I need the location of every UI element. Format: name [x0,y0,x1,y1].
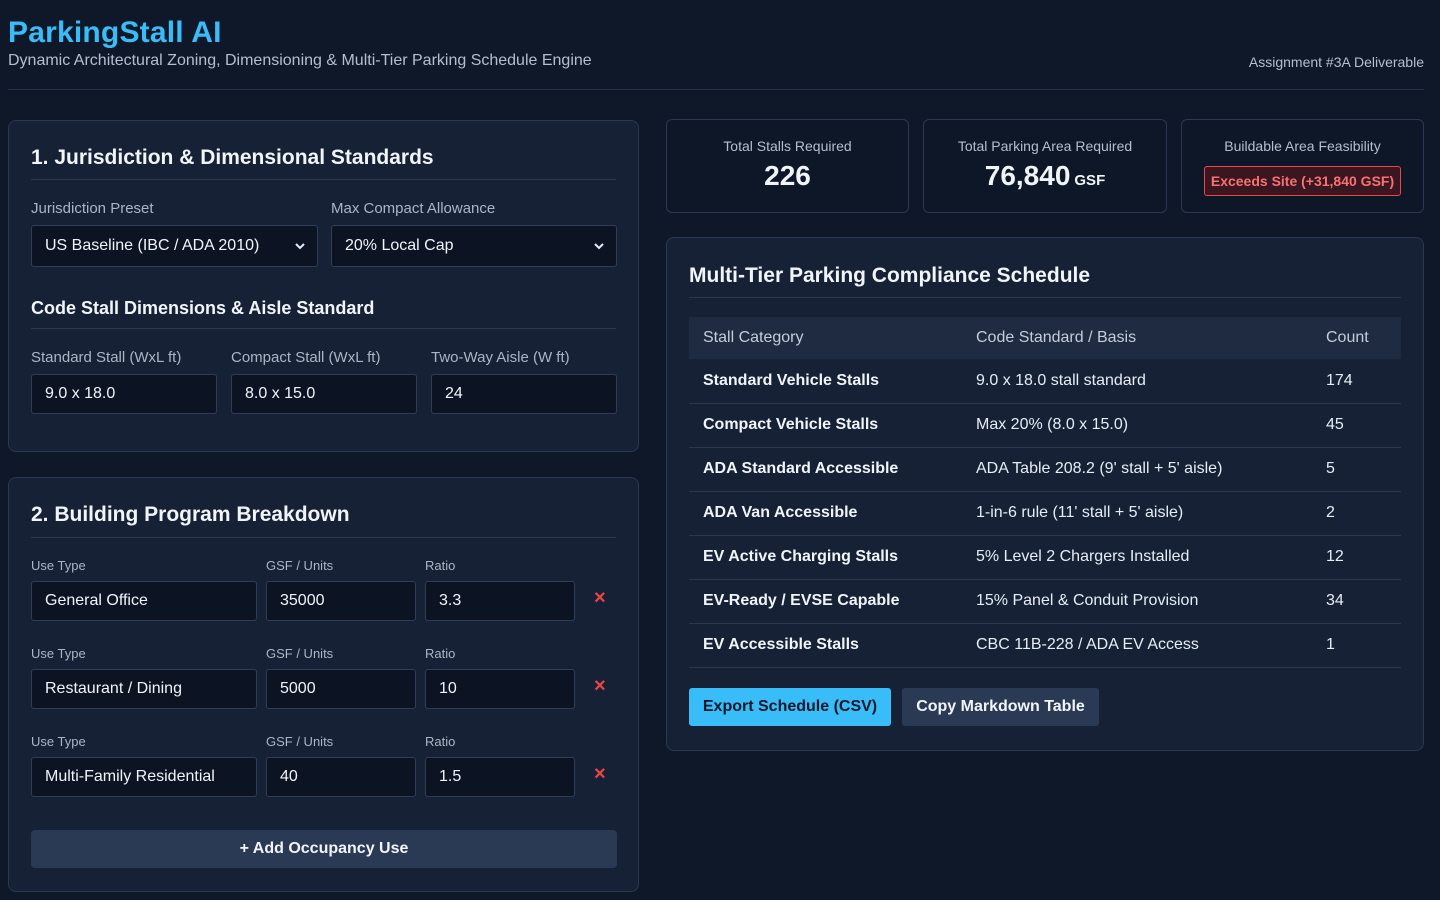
remove-use-icon[interactable]: × [594,764,606,784]
standard-stall-input[interactable]: 9.0 x 18.0 [31,374,217,414]
schedule-title: Multi-Tier Parking Compliance Schedule [689,264,1091,287]
stall-count: 5 [1312,447,1401,492]
ratio-label: Ratio [425,734,456,749]
stall-count: 34 [1312,579,1401,624]
gsf-label: GSF / Units [266,734,334,749]
stall-dimensions-title: Code Stall Dimensions & Aisle Standard [31,298,375,318]
use-type-label: Use Type [31,646,86,661]
gsf-label: GSF / Units [266,646,334,661]
add-occupancy-button[interactable]: + Add Occupancy Use [31,830,617,868]
table-row: ADA Van Accessible 1-in-6 rule (11' stal… [689,491,1401,536]
table-row: EV-Ready / EVSE Capable 15% Panel & Cond… [689,579,1401,624]
stall-category: Standard Vehicle Stalls [689,359,962,404]
status-badge: Exceeds Site (+31,840 GSF) [1204,166,1401,196]
table-row: EV Active Charging Stalls 5% Level 2 Cha… [689,535,1401,580]
aisle-width-label: Two-Way Aisle (W ft) [431,349,570,366]
compact-allowance-value: 20% Local Cap [345,237,454,254]
app-header: ParkingStall AI Dynamic Architectural Zo… [8,14,1424,90]
kpi-label: Total Stalls Required [723,138,852,154]
chevron-down-icon [594,243,604,250]
stall-category: ADA Van Accessible [689,491,962,536]
stall-count: 1 [1312,623,1401,668]
jurisdiction-panel: 1. Jurisdiction & Dimensional Standards … [8,120,639,452]
ratio-input[interactable]: 1.5 [425,757,575,797]
gsf-input[interactable]: 5000 [266,669,416,709]
code-basis: 1-in-6 rule (11' stall + 5' aisle) [962,491,1312,536]
table-row: Standard Vehicle Stalls 9.0 x 18.0 stall… [689,359,1401,404]
stall-count: 174 [1312,359,1401,404]
gsf-input[interactable]: 40 [266,757,416,797]
area-value: 76,840 [984,160,1071,191]
use-type-input[interactable]: General Office [31,581,257,621]
stall-count: 2 [1312,491,1401,536]
jurisdiction-preset-value: US Baseline (IBC / ADA 2010) [45,237,260,254]
compact-allowance-select[interactable]: 20% Local Cap [331,225,617,267]
remove-use-icon[interactable]: × [594,676,606,696]
ratio-label: Ratio [425,558,456,573]
column-header: Count [1312,317,1401,359]
kpi-total-stalls: Total Stalls Required 226 [666,119,909,213]
compact-allowance-label: Max Compact Allowance [331,200,496,217]
compact-stall-input[interactable]: 8.0 x 15.0 [231,374,417,414]
ratio-input[interactable]: 10 [425,669,575,709]
stall-count: 45 [1312,403,1401,448]
use-type-label: Use Type [31,558,86,573]
code-basis: Max 20% (8.0 x 15.0) [962,403,1312,448]
divider [31,179,616,180]
code-basis: 9.0 x 18.0 stall standard [962,359,1312,404]
schedule-table: Stall Category Code Standard / Basis Cou… [689,317,1401,668]
area-unit: GSF [1074,172,1106,189]
kpi-value: 76,840 GSF [924,160,1166,192]
stall-count: 12 [1312,535,1401,580]
stall-category: Compact Vehicle Stalls [689,403,962,448]
table-header-row: Stall Category Code Standard / Basis Cou… [689,317,1401,359]
table-row: EV Accessible Stalls CBC 11B-228 / ADA E… [689,623,1401,668]
stall-category: EV-Ready / EVSE Capable [689,579,962,624]
code-basis: 15% Panel & Conduit Provision [962,579,1312,624]
stall-category: EV Accessible Stalls [689,623,962,668]
copy-markdown-button[interactable]: Copy Markdown Table [902,688,1099,726]
schedule-panel: Multi-Tier Parking Compliance Schedule S… [666,237,1424,751]
table-row: Compact Vehicle Stalls Max 20% (8.0 x 15… [689,403,1401,448]
jurisdiction-preset-select[interactable]: US Baseline (IBC / ADA 2010) [31,225,318,267]
kpi-feasibility: Buildable Area Feasibility Exceeds Site … [1181,119,1424,213]
use-type-input[interactable]: Restaurant / Dining [31,669,257,709]
app-page: ParkingStall AI Dynamic Architectural Zo… [0,0,1440,900]
gsf-label: GSF / Units [266,558,334,573]
code-basis: CBC 11B-228 / ADA EV Access [962,623,1312,668]
code-basis: 5% Level 2 Chargers Installed [962,535,1312,580]
app-subtitle: Dynamic Architectural Zoning, Dimensioni… [8,52,592,69]
column-header: Stall Category [689,317,962,359]
divider [689,297,1401,298]
stall-category: ADA Standard Accessible [689,447,962,492]
chevron-down-icon [295,243,305,250]
ratio-input[interactable]: 3.3 [425,581,575,621]
use-type-input[interactable]: Multi-Family Residential [31,757,257,797]
standard-stall-label: Standard Stall (WxL ft) [31,349,182,366]
stall-category: EV Active Charging Stalls [689,535,962,580]
column-header: Code Standard / Basis [962,317,1312,359]
aisle-width-input[interactable]: 24 [431,374,617,414]
kpi-label: Total Parking Area Required [957,138,1133,154]
code-basis: ADA Table 208.2 (9' stall + 5' aisle) [962,447,1312,492]
kpi-total-area: Total Parking Area Required 76,840 GSF [923,119,1167,213]
use-type-label: Use Type [31,734,86,749]
assignment-label: Assignment #3A Deliverable [1248,54,1424,70]
kpi-label: Buildable Area Feasibility [1224,138,1381,154]
program-title: 2. Building Program Breakdown [31,503,350,526]
ratio-label: Ratio [425,646,456,661]
export-csv-button[interactable]: Export Schedule (CSV) [689,688,891,726]
divider [31,328,616,329]
table-row: ADA Standard Accessible ADA Table 208.2 … [689,447,1401,492]
jurisdiction-title: 1. Jurisdiction & Dimensional Standards [31,146,434,169]
divider [31,537,616,538]
compact-stall-label: Compact Stall (WxL ft) [231,349,381,366]
jurisdiction-preset-label: Jurisdiction Preset [31,200,154,217]
app-title: ParkingStall AI [8,16,222,49]
gsf-input[interactable]: 35000 [266,581,416,621]
remove-use-icon[interactable]: × [594,588,606,608]
kpi-value: 226 [764,160,811,191]
program-panel: 2. Building Program Breakdown Use Type G… [8,477,639,892]
